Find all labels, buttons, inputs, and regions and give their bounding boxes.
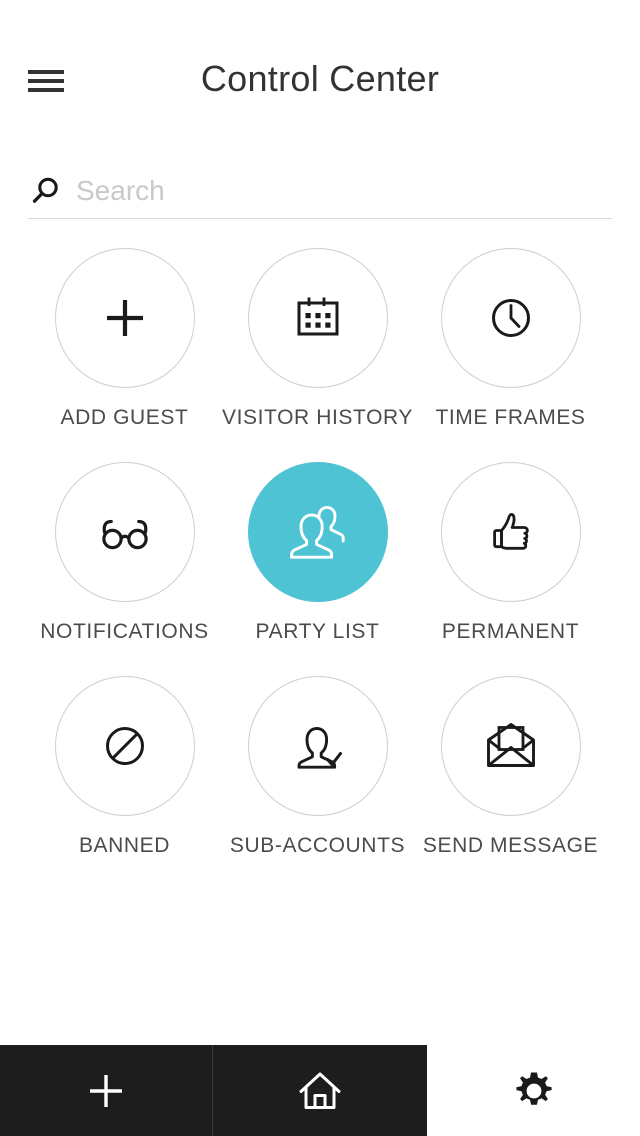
tile-icon-circle <box>440 676 581 816</box>
user-check-icon <box>297 727 342 769</box>
tile-label: TIME FRAMES <box>435 406 586 429</box>
tile-visitor-history[interactable]: VISITOR HISTORY <box>221 248 414 430</box>
tile-label: BANNED <box>78 834 171 857</box>
page-title: Control Center <box>200 58 440 99</box>
tile-label: SEND MESSAGE <box>422 834 599 857</box>
ban-icon <box>105 727 144 765</box>
tile-icon-circle <box>440 462 581 602</box>
tile-party-list[interactable]: PARTY LIST <box>221 462 414 644</box>
tile-icon-circle-active <box>247 462 388 602</box>
feature-grid: ADD GUEST VISITOR HISTORY TIME FRAMES NO… <box>0 248 640 890</box>
bottom-navigation <box>0 1045 640 1136</box>
tile-label: ADD GUEST <box>60 406 189 429</box>
search-bar[interactable] <box>28 163 612 219</box>
tile-permanent[interactable]: PERMANENT <box>414 462 607 644</box>
bottom-nav-settings-button[interactable] <box>427 1045 640 1136</box>
group-users-icon <box>289 505 345 559</box>
tile-icon-circle <box>54 248 195 388</box>
tile-icon-circle <box>440 248 581 388</box>
tile-label: VISITOR HISTORY <box>221 406 414 429</box>
plus-icon <box>106 300 143 336</box>
bottom-nav-home-button[interactable] <box>213 1045 427 1136</box>
tile-notifications[interactable]: NOTIFICATIONS <box>28 462 221 644</box>
open-envelope-icon <box>486 723 535 767</box>
home-icon <box>299 1072 341 1109</box>
search-input[interactable] <box>76 170 612 211</box>
tile-sub-accounts[interactable]: SUB-ACCOUNTS <box>221 676 414 858</box>
gear-icon <box>515 1072 552 1105</box>
search-icon <box>28 174 62 208</box>
thumbs-up-icon <box>492 512 529 550</box>
tile-label: NOTIFICATIONS <box>40 620 209 643</box>
tile-send-message[interactable]: SEND MESSAGE <box>414 676 607 858</box>
tile-icon-circle <box>54 462 195 602</box>
tile-label: PARTY LIST <box>255 620 380 643</box>
tile-banned[interactable]: BANNED <box>28 676 221 858</box>
tile-icon-circle <box>247 248 388 388</box>
clock-icon <box>491 299 530 337</box>
tile-label: PERMANENT <box>441 620 580 643</box>
tile-add-guest[interactable]: ADD GUEST <box>28 248 221 430</box>
plus-icon <box>90 1074 122 1107</box>
glasses-icon <box>101 519 148 550</box>
app-header: Control Center <box>0 0 640 140</box>
tile-label: SUB-ACCOUNTS <box>229 834 406 857</box>
tile-icon-circle <box>54 676 195 816</box>
tile-time-frames[interactable]: TIME FRAMES <box>414 248 607 430</box>
bottom-nav-add-button[interactable] <box>0 1045 213 1136</box>
calendar-icon <box>297 297 338 336</box>
control-center-screen: Control Center ADD GUEST <box>0 0 640 1136</box>
gear-button-inner <box>427 1045 640 1136</box>
tile-icon-circle <box>247 676 388 816</box>
